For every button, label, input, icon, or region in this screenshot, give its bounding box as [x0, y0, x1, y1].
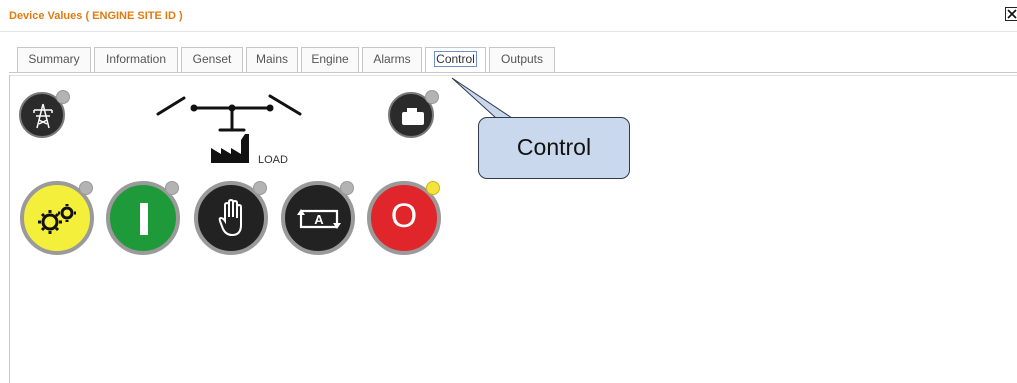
svg-text:A: A — [314, 212, 324, 227]
genset-status-indicator — [388, 90, 439, 138]
auto-led — [340, 181, 354, 195]
tab-control[interactable]: Control — [425, 47, 486, 72]
close-button[interactable] — [1005, 7, 1017, 21]
control-tooltip: Control — [478, 117, 630, 179]
test-button[interactable] — [20, 181, 94, 255]
tab-engine[interactable]: Engine — [301, 47, 359, 72]
stop-led — [426, 181, 440, 195]
tab-label: Alarms — [373, 52, 411, 66]
start-button[interactable] — [106, 181, 180, 255]
tab-label: Outputs — [500, 52, 544, 66]
tooltip-text: Control — [516, 134, 592, 160]
auto-button[interactable]: A — [281, 181, 355, 255]
panel-left-border — [9, 75, 10, 383]
close-x-icon — [1007, 9, 1017, 19]
mains-status-indicator — [19, 90, 70, 138]
generator-icon — [402, 108, 424, 125]
load-label: LOAD — [258, 154, 288, 166]
stop-button[interactable]: O — [367, 181, 441, 255]
tab-divider — [9, 72, 1017, 73]
transmission-tower-icon — [33, 103, 53, 129]
window-title: Device Values ( ENGINE SITE ID ) — [9, 10, 183, 22]
manual-led — [253, 181, 267, 195]
tab-mains[interactable]: Mains — [246, 47, 298, 72]
tab-label: Mains — [255, 52, 288, 66]
manual-button[interactable] — [194, 181, 268, 255]
test-led — [79, 181, 93, 195]
tab-alarms[interactable]: Alarms — [362, 47, 422, 72]
genset-led — [425, 90, 439, 104]
tab-label: Genset — [192, 52, 232, 66]
start-led — [165, 181, 179, 195]
tab-label: Summary — [28, 52, 80, 66]
tab-label: Engine — [311, 52, 349, 66]
tab-information[interactable]: Information — [94, 47, 178, 72]
on-bar-icon — [140, 203, 148, 235]
gears-icon — [38, 204, 76, 234]
tab-summary[interactable]: Summary — [17, 47, 91, 72]
tab-label: Information — [105, 52, 167, 66]
mains-led — [56, 90, 70, 104]
off-o-icon: O — [390, 197, 418, 235]
window-title-bar: Device Values ( ENGINE SITE ID ) — [0, 0, 1017, 32]
tab-genset[interactable]: Genset — [181, 47, 243, 72]
auto-a-icon: A — [297, 209, 341, 229]
hand-icon — [218, 199, 242, 237]
tab-outputs[interactable]: Outputs — [489, 47, 555, 72]
factory-icon — [211, 134, 249, 163]
tab-label: Control — [434, 51, 477, 67]
